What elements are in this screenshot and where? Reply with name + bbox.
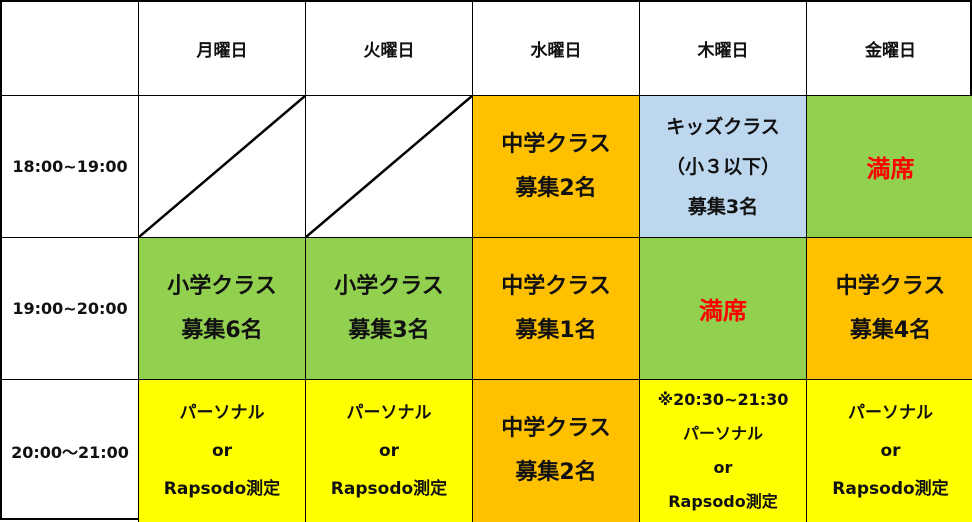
cell-text: or — [378, 441, 400, 461]
cell-text: 募集2名 — [515, 175, 597, 201]
cell-text: 募集1名 — [515, 317, 597, 343]
diagonal-slash — [139, 96, 305, 237]
schedule-cell-personal: パーソナル or Rapsodo測定 — [807, 380, 972, 522]
schedule-cell-empty — [139, 96, 306, 238]
cell-text: 満席 — [699, 297, 747, 325]
schedule-cell-personal: ※20:30~21:30 パーソナル or Rapsodo測定 — [640, 380, 807, 522]
schedule-cell-class: 中学クラス募集2名 — [473, 96, 640, 238]
time-slot-label: 18:00~19:00 — [2, 96, 139, 238]
schedule-cell-class: 小学クラス募集3名 — [306, 238, 473, 380]
schedule-table: 月曜日 火曜日 水曜日 木曜日 金曜日 18:00~19:00 中学クラス 募集2名 キッズクラ… — [0, 0, 972, 522]
cell-text: 小学クラス — [167, 273, 277, 299]
schedule-cell-personal: パーソナル or Rapsodo測定 — [139, 380, 306, 522]
day-header: 火曜日 — [306, 2, 473, 96]
schedule-cell-empty — [306, 96, 473, 238]
cell-text: Rapsodo測定 — [163, 479, 281, 499]
schedule-cell-class: 小学クラス募集6名 — [139, 238, 306, 380]
cell-text: ※20:30~21:30 — [657, 390, 789, 409]
schedule-cell-full: 満席 — [640, 238, 807, 380]
cell-text: 募集2名 — [515, 460, 597, 485]
cell-text: 中学クラス — [501, 416, 611, 441]
schedule-cell-personal: パーソナル or Rapsodo測定 — [306, 380, 473, 522]
corner-cell — [2, 2, 139, 96]
time-slot-label: 20:00～21:00 — [2, 380, 139, 522]
diagonal-slash — [306, 96, 472, 237]
cell-text: パーソナル — [346, 403, 432, 423]
cell-text: 募集6名 — [181, 317, 263, 343]
day-header: 水曜日 — [473, 2, 640, 96]
cell-text: 募集3名 — [348, 317, 430, 343]
cell-text: パーソナル — [848, 403, 933, 423]
cell-text: 小学クラス — [334, 273, 444, 299]
cell-text: 募集3名 — [687, 195, 759, 218]
cell-text: （小３以下） — [665, 155, 780, 178]
cell-text: 満席 — [866, 155, 915, 183]
time-slot-label: 19:00~20:00 — [2, 238, 139, 380]
cell-text: パーソナル — [682, 424, 763, 443]
cell-text: 中学クラス — [835, 273, 946, 299]
cell-text: Rapsodo測定 — [832, 479, 949, 499]
cell-text: or — [880, 441, 901, 461]
cell-text: パーソナル — [179, 403, 265, 423]
schedule-cell-class: 中学クラス募集1名 — [473, 238, 640, 380]
cell-text: Rapsodo測定 — [330, 479, 448, 499]
cell-text: 中学クラス — [501, 131, 611, 157]
cell-text: or — [211, 441, 233, 461]
cell-text: キッズクラス — [666, 115, 780, 138]
schedule-cell-full: 満席 — [807, 96, 972, 238]
schedule-cell-class: 中学クラス募集2名 — [473, 380, 640, 522]
schedule-cell-class: 中学クラス募集4名 — [807, 238, 972, 380]
cell-text: Rapsodo測定 — [668, 492, 778, 511]
day-header: 金曜日 — [807, 2, 972, 96]
cell-text: 中学クラス — [501, 273, 611, 299]
day-header: 木曜日 — [640, 2, 807, 96]
day-header: 月曜日 — [139, 2, 306, 96]
cell-text: 募集4名 — [849, 317, 932, 343]
schedule-cell-class: キッズクラス （小３以下） 募集3名 — [640, 96, 807, 238]
cell-text: or — [713, 458, 733, 477]
